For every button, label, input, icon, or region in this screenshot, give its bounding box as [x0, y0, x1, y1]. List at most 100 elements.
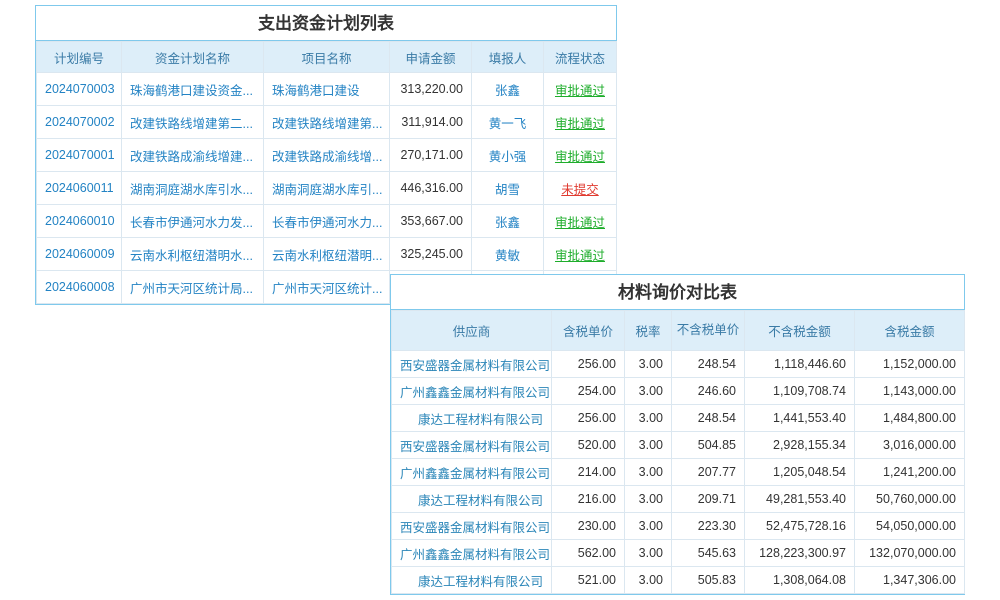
status-link[interactable]: 审批通过: [544, 205, 617, 238]
plan-name-link[interactable]: 珠海鹤港口建设资金...: [122, 73, 264, 106]
amount-incl-cell: 3,016,000.00: [855, 432, 965, 459]
person-cell: 黄敏: [472, 238, 544, 271]
status-link[interactable]: 未提交: [544, 172, 617, 205]
material-quote-table: 供应商 含税单价 税率 不含税单价 不含税金额 含税金额 西安盛器金属材料有限公…: [391, 310, 965, 594]
plan-name-link[interactable]: 广州市天河区统计局...: [122, 271, 264, 304]
plan-name-link[interactable]: 改建铁路线增建第二...: [122, 106, 264, 139]
table-row: 西安盛器金属材料有限公司520.003.00504.852,928,155.34…: [392, 432, 965, 459]
plan-name-link[interactable]: 长春市伊通河水力发...: [122, 205, 264, 238]
project-name-link[interactable]: 改建铁路成渝线增...: [264, 139, 390, 172]
plan-name-link[interactable]: 云南水利枢纽潜明水...: [122, 238, 264, 271]
table-row: 广州鑫鑫金属材料有限公司214.003.00207.771,205,048.54…: [392, 459, 965, 486]
column-header-amount: 申请金额: [390, 42, 472, 73]
column-header-unit-price-incl: 含税单价: [552, 311, 625, 351]
column-header-plan-name: 资金计划名称: [122, 42, 264, 73]
person-cell: 胡雪: [472, 172, 544, 205]
amount-excl-cell: 1,109,708.74: [745, 378, 855, 405]
plan-id-link[interactable]: 2024070002: [37, 106, 122, 139]
tax-rate-cell: 3.00: [625, 459, 672, 486]
supplier-cell: 广州鑫鑫金属材料有限公司: [392, 378, 552, 405]
unit-price-incl-cell: 216.00: [552, 486, 625, 513]
unit-price-incl-cell: 520.00: [552, 432, 625, 459]
plan-id-link[interactable]: 2024070003: [37, 73, 122, 106]
table-row: 康达工程材料有限公司521.003.00505.831,308,064.081,…: [392, 567, 965, 594]
amount-excl-cell: 49,281,553.40: [745, 486, 855, 513]
amount-cell: 313,220.00: [390, 73, 472, 106]
plan-id-link[interactable]: 2024070001: [37, 139, 122, 172]
quote-table-body: 西安盛器金属材料有限公司256.003.00248.541,118,446.60…: [392, 351, 965, 594]
tax-rate-cell: 3.00: [625, 405, 672, 432]
expenditure-plan-title: 支出资金计划列表: [36, 6, 616, 41]
amount-incl-cell: 1,143,000.00: [855, 378, 965, 405]
amount-incl-cell: 54,050,000.00: [855, 513, 965, 540]
person-cell: 张鑫: [472, 73, 544, 106]
column-header-unit-price-excl: 不含税单价: [672, 311, 745, 351]
plan-id-link[interactable]: 2024060008: [37, 271, 122, 304]
column-header-amount-incl: 含税金额: [855, 311, 965, 351]
plan-id-link[interactable]: 2024060009: [37, 238, 122, 271]
table-row: 西安盛器金属材料有限公司256.003.00248.541,118,446.60…: [392, 351, 965, 378]
project-name-link[interactable]: 湖南洞庭湖水库引...: [264, 172, 390, 205]
table-row: 2024060009云南水利枢纽潜明水...云南水利枢纽潜明...325,245…: [37, 238, 617, 271]
tax-rate-cell: 3.00: [625, 540, 672, 567]
amount-cell: 311,914.00: [390, 106, 472, 139]
supplier-cell: 康达工程材料有限公司: [392, 567, 552, 594]
amount-cell: 353,667.00: [390, 205, 472, 238]
project-name-link[interactable]: 改建铁路线增建第...: [264, 106, 390, 139]
expenditure-plan-table: 计划编号 资金计划名称 项目名称 申请金额 填报人 流程状态 202407000…: [36, 41, 617, 304]
column-header-status: 流程状态: [544, 42, 617, 73]
tax-rate-cell: 3.00: [625, 351, 672, 378]
status-link[interactable]: 审批通过: [544, 106, 617, 139]
amount-excl-cell: 2,928,155.34: [745, 432, 855, 459]
plan-name-link[interactable]: 改建铁路成渝线增建...: [122, 139, 264, 172]
amount-cell: 325,245.00: [390, 238, 472, 271]
unit-price-incl-cell: 562.00: [552, 540, 625, 567]
supplier-cell: 西安盛器金属材料有限公司: [392, 513, 552, 540]
supplier-cell: 康达工程材料有限公司: [392, 405, 552, 432]
column-header-tax-rate: 税率: [625, 311, 672, 351]
unit-price-excl-cell: 248.54: [672, 405, 745, 432]
expenditure-plan-panel: 支出资金计划列表 计划编号 资金计划名称 项目名称 申请金额 填报人 流程状态 …: [35, 5, 617, 305]
project-name-link[interactable]: 广州市天河区统计...: [264, 271, 390, 304]
plan-id-link[interactable]: 2024060011: [37, 172, 122, 205]
tax-rate-cell: 3.00: [625, 567, 672, 594]
amount-excl-cell: 1,205,048.54: [745, 459, 855, 486]
column-header-plan-id: 计划编号: [37, 42, 122, 73]
tax-rate-cell: 3.00: [625, 378, 672, 405]
table-row: 2024070001改建铁路成渝线增建...改建铁路成渝线增...270,171…: [37, 139, 617, 172]
tax-rate-cell: 3.00: [625, 486, 672, 513]
unit-price-incl-cell: 214.00: [552, 459, 625, 486]
amount-excl-cell: 128,223,300.97: [745, 540, 855, 567]
status-link[interactable]: 审批通过: [544, 139, 617, 172]
status-link[interactable]: 审批通过: [544, 73, 617, 106]
person-cell: 黄一飞: [472, 106, 544, 139]
amount-incl-cell: 50,760,000.00: [855, 486, 965, 513]
column-header-person: 填报人: [472, 42, 544, 73]
person-cell: 张鑫: [472, 205, 544, 238]
plan-id-link[interactable]: 2024060010: [37, 205, 122, 238]
table-row: 2024060011湖南洞庭湖水库引水...湖南洞庭湖水库引...446,316…: [37, 172, 617, 205]
project-name-link[interactable]: 珠海鹤港口建设: [264, 73, 390, 106]
plan-table-body: 2024070003珠海鹤港口建设资金...珠海鹤港口建设313,220.00张…: [37, 73, 617, 304]
person-cell: 黄小强: [472, 139, 544, 172]
unit-price-excl-cell: 505.83: [672, 567, 745, 594]
unit-price-incl-cell: 254.00: [552, 378, 625, 405]
column-header-amount-excl: 不含税金额: [745, 311, 855, 351]
column-header-project-name: 项目名称: [264, 42, 390, 73]
status-link[interactable]: 审批通过: [544, 238, 617, 271]
amount-excl-cell: 1,441,553.40: [745, 405, 855, 432]
project-name-link[interactable]: 云南水利枢纽潜明...: [264, 238, 390, 271]
table-row: 康达工程材料有限公司216.003.00209.7149,281,553.405…: [392, 486, 965, 513]
amount-incl-cell: 1,241,200.00: [855, 459, 965, 486]
table-row: 广州鑫鑫金属材料有限公司562.003.00545.63128,223,300.…: [392, 540, 965, 567]
amount-incl-cell: 1,152,000.00: [855, 351, 965, 378]
supplier-cell: 康达工程材料有限公司: [392, 486, 552, 513]
table-row: 2024060010长春市伊通河水力发...长春市伊通河水力...353,667…: [37, 205, 617, 238]
unit-price-excl-cell: 545.63: [672, 540, 745, 567]
plan-name-link[interactable]: 湖南洞庭湖水库引水...: [122, 172, 264, 205]
tax-rate-cell: 3.00: [625, 513, 672, 540]
unit-price-incl-cell: 256.00: [552, 405, 625, 432]
project-name-link[interactable]: 长春市伊通河水力...: [264, 205, 390, 238]
unit-price-incl-cell: 256.00: [552, 351, 625, 378]
material-quote-panel: 材料询价对比表 供应商 含税单价 税率 不含税单价 不含税金额 含税金额 西安盛…: [390, 274, 965, 595]
